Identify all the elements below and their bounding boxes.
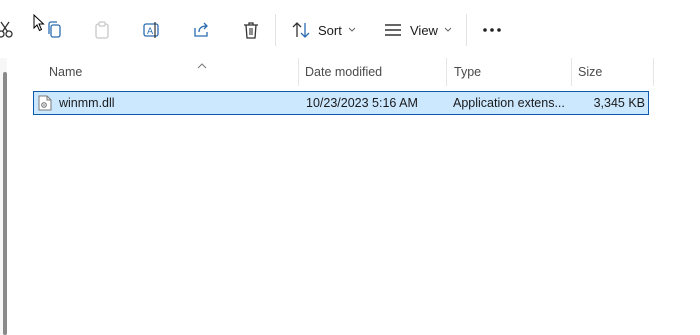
scrollbar-thumb[interactable] (3, 72, 7, 335)
chevron-down-icon (444, 27, 452, 33)
view-button[interactable]: View (384, 14, 456, 46)
file-date-modified: 10/23/2023 5:16 AM (306, 96, 418, 110)
copy-button[interactable] (42, 14, 66, 46)
delete-button[interactable] (241, 14, 261, 46)
scissors-icon (0, 21, 13, 39)
sort-label: Sort (318, 22, 342, 38)
more-options-button[interactable] (480, 14, 504, 46)
view-label: View (410, 22, 438, 38)
file-size: 3,345 KB (593, 96, 645, 110)
trash-icon (243, 21, 259, 39)
sort-icon (292, 21, 310, 39)
file-type: Application extens... (453, 96, 565, 110)
column-header-row: Name Date modified Type Size (33, 58, 655, 86)
mouse-cursor-icon (33, 13, 45, 37)
more-icon (483, 28, 501, 32)
share-button[interactable] (190, 14, 212, 46)
column-divider[interactable] (653, 58, 654, 86)
share-icon (192, 21, 210, 39)
column-header-date-modified[interactable]: Date modified (297, 58, 446, 86)
sort-button[interactable]: Sort (292, 14, 364, 46)
chevron-down-icon (348, 27, 356, 33)
svg-text:A: A (147, 27, 154, 37)
copy-icon (46, 21, 62, 39)
view-icon (384, 23, 402, 37)
paste-button[interactable] (92, 14, 112, 46)
cut-button[interactable] (0, 14, 16, 46)
column-header-type[interactable]: Type (446, 58, 571, 86)
dll-file-icon (38, 95, 52, 111)
command-bar: A Sort View (0, 0, 700, 58)
paste-icon (94, 21, 110, 39)
toolbar-separator (275, 14, 276, 46)
file-name: winmm.dll (59, 96, 115, 110)
column-header-name[interactable]: Name (41, 58, 298, 86)
column-header-size[interactable]: Size (570, 58, 653, 86)
rename-button[interactable]: A (141, 14, 163, 46)
toolbar-separator (466, 14, 467, 46)
file-row[interactable]: winmm.dll 10/23/2023 5:16 AM Application… (33, 91, 649, 115)
rename-icon: A (143, 21, 161, 39)
